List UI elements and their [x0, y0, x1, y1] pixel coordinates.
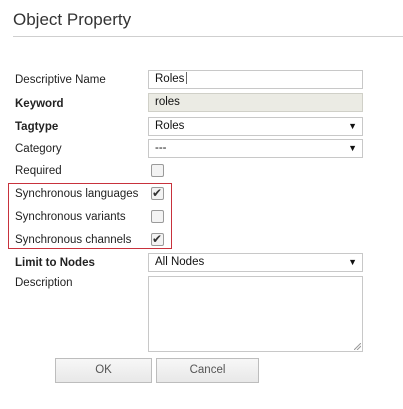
title-divider: [13, 36, 403, 37]
sync-variants-checkbox[interactable]: [151, 210, 164, 223]
limit-to-nodes-select[interactable]: All Nodes ▼: [148, 253, 363, 272]
required-label: Required: [15, 165, 62, 177]
category-label: Category: [15, 143, 62, 155]
chevron-down-icon: ▼: [348, 121, 357, 131]
tagtype-select[interactable]: Roles ▼: [148, 117, 363, 136]
descriptive-name-input[interactable]: Roles: [148, 70, 363, 89]
category-value: ---: [155, 142, 167, 154]
check-icon: ✔: [152, 232, 163, 246]
tagtype-value: Roles: [155, 120, 185, 132]
limit-to-nodes-value: All Nodes: [155, 256, 205, 268]
description-label: Description: [15, 277, 73, 289]
required-checkbox[interactable]: [151, 164, 164, 177]
text-caret: [186, 72, 188, 84]
dialog-title: Object Property: [13, 10, 132, 29]
keyword-label: Keyword: [15, 98, 64, 110]
ok-button[interactable]: OK: [55, 358, 152, 383]
limit-to-nodes-label: Limit to Nodes: [15, 257, 95, 269]
sync-channels-checkbox[interactable]: ✔: [151, 232, 164, 246]
category-select[interactable]: --- ▼: [148, 139, 363, 158]
tagtype-label: Tagtype: [15, 121, 59, 133]
chevron-down-icon: ▼: [348, 143, 357, 153]
keyword-input: roles: [148, 93, 363, 112]
chevron-down-icon: ▼: [348, 257, 357, 267]
descriptive-name-label: Descriptive Name: [15, 74, 106, 86]
cancel-button[interactable]: Cancel: [156, 358, 259, 383]
sync-variants-label: Synchronous variants: [15, 211, 126, 223]
sync-languages-label: Synchronous languages: [15, 188, 139, 200]
sync-channels-label: Synchronous channels: [15, 234, 132, 246]
descriptive-name-value: Roles: [155, 73, 185, 85]
check-icon: ✔: [152, 186, 163, 200]
sync-languages-checkbox[interactable]: ✔: [151, 186, 164, 200]
description-textarea[interactable]: [148, 276, 363, 352]
resize-handle-icon[interactable]: [354, 343, 361, 350]
